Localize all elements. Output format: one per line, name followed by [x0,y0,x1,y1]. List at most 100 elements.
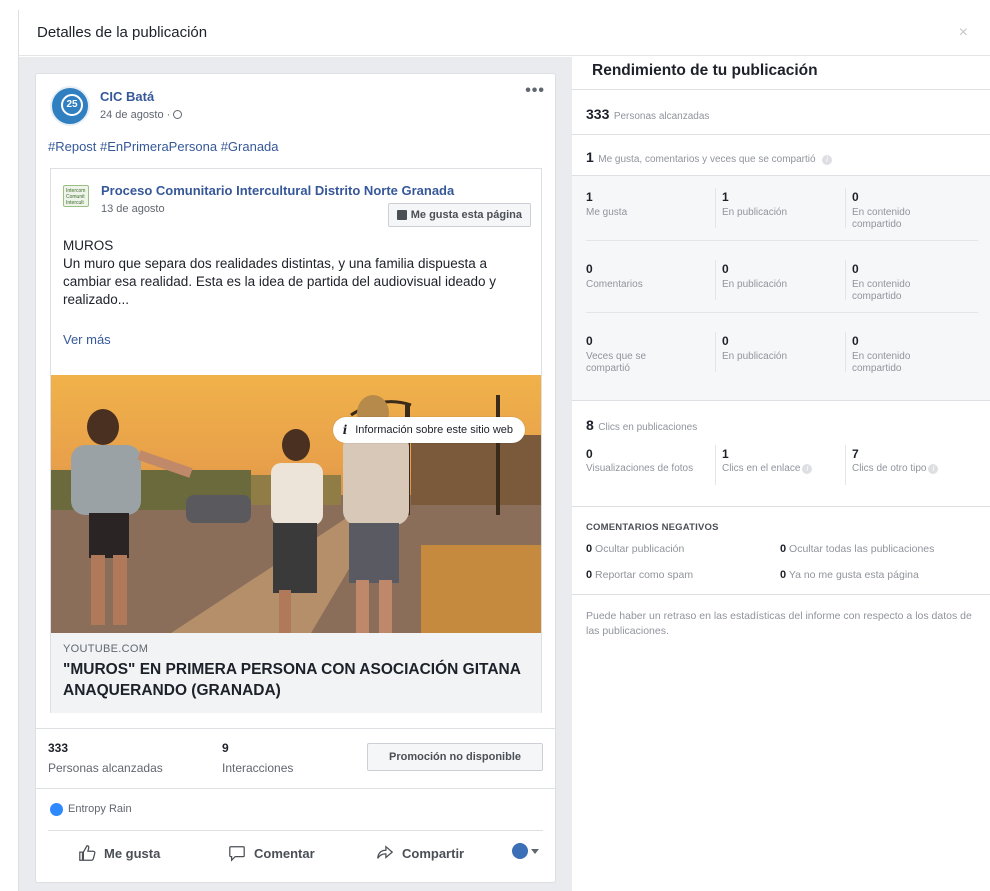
comment-button[interactable]: Comentar [228,831,315,875]
likes-label: Me gusta [586,207,628,218]
post-date-text: 24 de agosto · [100,109,171,121]
divider [715,188,716,228]
post-card: 25 CIC Batá 24 de agosto · ••• #Repost #… [35,73,556,883]
dialog-header: Detalles de la publicación × [19,10,990,56]
info-icon: i [342,423,348,437]
info-icon[interactable]: i [822,155,833,165]
post-date[interactable]: 24 de agosto · [100,109,183,121]
report-spam-value: 0 [586,569,593,581]
globe-icon [173,110,183,119]
see-more-link[interactable]: Ver más [63,332,111,347]
divider [586,312,978,313]
comments-on-post-label: En publicación [722,279,788,290]
comment-label: Comentar [254,845,315,861]
comments-value: 0 [586,262,593,276]
shared-page-logo[interactable]: Intercom Comunit Intercult [63,185,89,207]
promotion-unavailable-button[interactable]: Promoción no disponible [367,743,543,771]
like-page-button[interactable]: Me gusta esta página [387,203,531,227]
footnote-section: Puede haber un retraso en las estadístic… [572,594,990,654]
engagement-label: Me gusta, comentarios y veces que se com… [598,154,816,165]
website-info-button[interactable]: i Información sobre este sitio web [332,417,525,443]
close-icon[interactable]: × [959,24,968,42]
video-thumbnail[interactable] [51,375,541,633]
likes-on-shares-value: 0 [852,190,859,204]
share-button[interactable]: Compartir [376,831,464,875]
audience-selector[interactable] [512,843,539,859]
reach-section: 333 Personas alcanzadas [572,89,990,134]
website-info-label: Información sobre este sitio web [355,424,513,436]
shares-on-post-value: 0 [722,334,729,348]
shares-on-shares-label: En contenido compartido [852,351,911,374]
shared-post-heading: MUROS [63,238,114,253]
post-details-dialog: Detalles de la publicación × 25 CIC Batá… [18,10,990,891]
divider [845,260,846,300]
info-icon[interactable]: i [928,464,939,474]
other-clicks-text: Clics de otro tipo [852,463,927,474]
engagement-total: 1 [586,149,594,165]
shares-on-shares-value: 0 [852,334,859,348]
comments-on-post-value: 0 [722,262,729,276]
divider [845,188,846,228]
like-page-label: Me gusta esta página [410,209,522,221]
hide-all-stat: 0 Ocultar todas las publicaciones [780,543,934,555]
chevron-down-icon [531,848,539,854]
engagement-breakdown: 1 Me gusta 1 En publicación 0 En conteni… [572,175,990,400]
link-preview[interactable]: YOUTUBE.COM "MUROS" EN PRIMERA PERSONA C… [51,633,541,713]
clicks-label: Clics en publicaciones [598,422,698,433]
like-reaction-icon [50,803,63,816]
link-clicks-value: 1 [722,447,729,461]
engagement-section: 1 Me gusta, comentarios y veces que se c… [572,134,990,174]
info-icon[interactable]: i [802,464,813,474]
thumbs-up-icon [396,210,407,220]
link-clicks-label: Clics en el enlace i [722,463,842,475]
like-button[interactable]: Me gusta [78,831,160,875]
likes-on-shares-label: En contenido compartido [852,207,911,230]
avatar[interactable]: 25 [50,86,90,126]
comments-on-shares-label: En contenido compartido [852,279,911,302]
reach-label: Personas alcanzadas [48,761,163,775]
hide-all-value: 0 [780,543,787,555]
reactions-summary[interactable]: Entropy Rain [36,788,555,828]
post-stats-row: 333 Personas alcanzadas 9 Interacciones … [36,728,555,788]
shared-page-name-link[interactable]: Proceso Comunitario Intercultural Distri… [101,183,454,198]
avatar-badge: 25 [61,94,83,116]
hide-post-stat: 0 Ocultar publicación [586,543,684,555]
reach-value: 333 [48,741,69,755]
divider [715,445,716,485]
unlike-page-label: Ya no me gusta esta página [788,569,919,581]
shares-label: Veces que se compartió [586,351,647,374]
share-icon [377,845,394,859]
other-clicks-label: Clics de otro tipo i [852,463,982,475]
clicks-section: 8 Clics en publicaciones 0 Visualizacion… [572,400,990,506]
post-preview-pane: 25 CIC Batá 24 de agosto · ••• #Repost #… [19,57,572,891]
reactor-name[interactable]: Entropy Rain [68,803,132,815]
page-name-link[interactable]: CIC Batá [100,89,154,104]
more-options-icon[interactable]: ••• [525,82,545,100]
photo-views-label: Visualizaciones de fotos [586,463,694,474]
hide-post-label: Ocultar publicación [595,543,685,555]
likes-on-post-value: 1 [722,190,729,204]
dialog-title: Detalles de la publicación [37,24,208,41]
shared-post-date[interactable]: 13 de agosto [101,203,165,215]
link-title: "MUROS" EN PRIMERA PERSONA CON ASOCIACIÓ… [63,661,521,699]
divider [845,445,846,485]
stats-delay-note: Puede haber un retraso en las estadístic… [586,610,972,637]
comments-on-shares-value: 0 [852,262,859,276]
photo-views-value: 0 [586,447,593,461]
reach-total-label: Personas alcanzadas [613,111,710,122]
link-domain: YOUTUBE.COM [63,643,149,655]
unlike-page-value: 0 [780,569,787,581]
thumbs-up-outline-icon [79,845,96,861]
clicks-total: 8 [586,417,594,433]
interactions-label: Interacciones [222,761,294,775]
report-spam-label: Reportar como spam [595,569,694,581]
divider [586,240,978,241]
shares-on-post-label: En publicación [722,351,788,362]
globe-icon [512,843,528,859]
hide-all-label: Ocultar todas las publicaciones [789,543,935,555]
link-clicks-text: Clics en el enlace [722,463,801,474]
shared-post-text: MUROS Un muro que separa dos realidades … [63,237,533,309]
shares-value: 0 [586,334,593,348]
unlike-page-stat: 0 Ya no me gusta esta página [780,569,919,581]
post-hashtags[interactable]: #Repost #EnPrimeraPersona #Granada [48,139,279,154]
